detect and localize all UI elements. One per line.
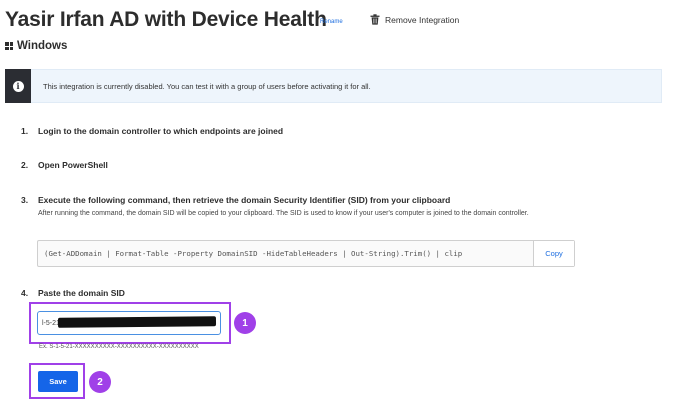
command-box: (Get-ADDomain | Format-Table -Property D… [37,240,575,267]
step-4-number: 4. [21,288,29,298]
os-label: Windows [17,40,68,52]
step-2-text: Open PowerShell [38,160,108,170]
step-3-text: Execute the following command, then retr… [38,195,451,205]
copy-button[interactable]: Copy [533,241,574,266]
command-text[interactable]: (Get-ADDomain | Format-Table -Property D… [38,241,533,266]
step-4-text: Paste the domain SID [38,288,125,298]
trash-icon [370,14,380,25]
info-icon: i [12,80,24,92]
windows-logo-icon [5,42,13,50]
remove-integration-label: Remove Integration [385,14,460,25]
page-title: Yasir Irfan AD with Device Health [5,8,327,31]
os-heading: Windows [5,40,67,52]
rename-link[interactable]: Rename [320,19,343,25]
step-2-number: 2. [21,160,29,170]
annotation-badge-1: 1 [234,312,256,334]
step-3-number: 3. [21,195,29,205]
info-banner-strip: i [5,69,31,103]
sid-example-hint: Ex. S-1-5-21-XXXXXXXXXX-XXXXXXXXXX-XXXXX… [39,344,199,350]
remove-integration-button[interactable]: Remove Integration [370,14,459,25]
step-1-text: Login to the domain controller to which … [38,126,284,136]
annotation-badge-2: 2 [89,371,111,393]
save-button[interactable]: Save [38,371,78,392]
info-banner-text: This integration is currently disabled. … [43,82,371,91]
redaction-bar [57,316,217,328]
step-1-number: 1. [21,126,29,136]
step-3-subtext: After running the command, the domain SI… [38,210,529,217]
